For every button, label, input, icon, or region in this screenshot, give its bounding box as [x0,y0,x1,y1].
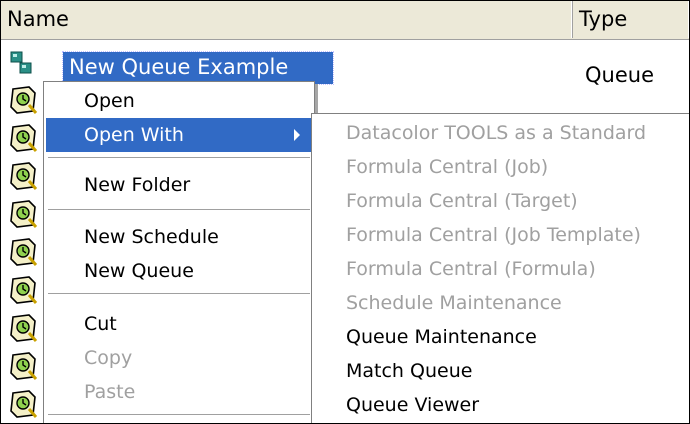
list-view: Name Type New Queue Example Queue Open O… [0,0,690,424]
menu-separator [48,157,310,158]
submenu-item-formula-central-target: Formula Central (Target) [346,190,578,212]
menu-item-new-schedule[interactable]: New Schedule [46,220,312,254]
submenu-item-datacolor-tools: Datacolor TOOLS as a Standard [346,122,647,144]
submenu-item-schedule-maintenance: Schedule Maintenance [346,292,562,314]
schedule-icon[interactable] [9,85,39,115]
context-menu: Open Open With New Folder New Schedule N… [43,81,315,423]
menu-item-copy: Copy [84,347,133,369]
schedule-icon[interactable] [9,123,39,153]
submenu-item-formula-central-job: Formula Central (Job) [346,156,549,178]
menu-item-cut[interactable]: Cut [46,307,312,341]
menu-item-open-with-label: Open With [84,124,184,146]
selected-item-label[interactable]: New Queue Example [62,51,334,85]
queue-icon[interactable] [9,49,39,79]
menu-separator [48,414,310,415]
open-with-submenu: Datacolor TOOLS as a Standard Formula Ce… [311,113,689,423]
schedule-icon[interactable] [9,313,39,343]
column-header-type[interactable]: Type [573,1,689,38]
menu-item-paste: Paste [84,381,136,403]
schedule-icon[interactable] [9,161,39,191]
submenu-arrow-icon [294,129,300,141]
submenu-item-queue-viewer[interactable]: Queue Viewer [314,388,688,422]
schedule-icon[interactable] [9,199,39,229]
submenu-item-formula-central-formula: Formula Central (Formula) [346,258,596,280]
column-header-bar: Name Type [1,1,689,40]
submenu-item-match-queue[interactable]: Match Queue [314,354,688,388]
schedule-icon[interactable] [9,389,39,419]
menu-separator [48,293,310,294]
schedule-icon[interactable] [9,237,39,267]
selected-item-type: Queue [585,63,654,87]
submenu-item-queue-maintenance[interactable]: Queue Maintenance [314,320,688,354]
menu-item-new-queue[interactable]: New Queue [46,254,312,288]
menu-item-open[interactable]: Open [46,84,312,118]
schedule-icon[interactable] [9,275,39,305]
menu-item-open-with[interactable]: Open With [46,118,312,152]
schedule-icon[interactable] [9,351,39,381]
column-header-name[interactable]: Name [1,1,573,38]
menu-separator [48,209,310,210]
menu-item-new-folder[interactable]: New Folder [46,168,312,202]
submenu-item-formula-central-job-template: Formula Central (Job Template) [346,224,641,246]
